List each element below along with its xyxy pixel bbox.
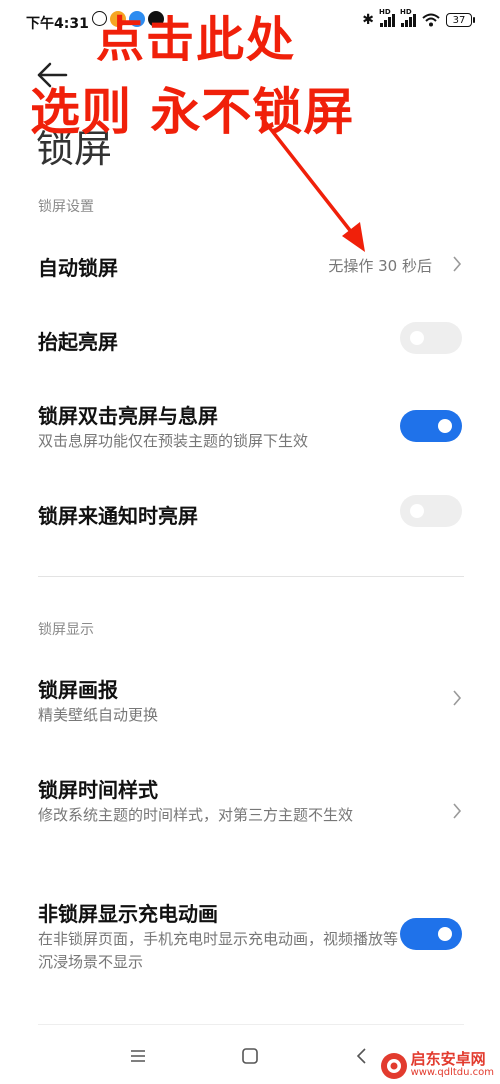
section-header-lock-display: 锁屏显示 xyxy=(38,622,94,638)
lock-time-style-subtitle: 修改系统主题的时间样式，对第三方主题不生效 xyxy=(38,806,354,824)
status-right: ✱ HD HD 37 xyxy=(362,8,475,28)
section-header-lock-settings: 锁屏设置 xyxy=(38,199,94,215)
bluetooth-icon: ✱ xyxy=(362,12,374,28)
signal-2-icon: HD xyxy=(400,8,416,27)
charging-animation-row: 非锁屏显示充电动画 在非锁屏页面，手机充电时显示充电动画，视频播放等沉浸场景不显… xyxy=(0,888,500,988)
lock-wallpaper-row[interactable]: 锁屏画报 精美壁纸自动更换 xyxy=(0,664,500,734)
auto-lock-row[interactable]: 自动锁屏 无操作 30 秒后 xyxy=(0,232,500,296)
toggle-knob xyxy=(410,331,424,345)
double-tap-toggle[interactable] xyxy=(400,410,462,442)
auto-lock-value: 无操作 30 秒后 xyxy=(328,257,432,275)
charging-animation-title: 非锁屏显示充电动画 xyxy=(38,902,218,926)
watermark: 启东安卓网 www.qdltdu.com xyxy=(380,1050,494,1080)
lock-time-style-row[interactable]: 锁屏时间样式 修改系统主题的时间样式，对第三方主题不生效 xyxy=(0,764,500,860)
watermark-logo-icon xyxy=(380,1053,407,1079)
menu-icon[interactable] xyxy=(126,1044,150,1068)
watermark-url: www.qdltdu.com xyxy=(410,1067,494,1078)
battery-icon: 37 xyxy=(446,13,475,27)
toggle-knob xyxy=(438,927,452,941)
lock-time-style-title: 锁屏时间样式 xyxy=(38,778,158,802)
chevron-right-icon xyxy=(453,803,462,819)
double-tap-row: 锁屏双击亮屏与息屏 双击息屏功能仅在预装主题的锁屏下生效 xyxy=(0,390,500,466)
lock-wallpaper-subtitle: 精美壁纸自动更换 xyxy=(38,706,159,724)
notification-wake-title: 锁屏来通知时亮屏 xyxy=(38,504,198,528)
chevron-right-icon xyxy=(453,690,462,706)
chevron-right-icon xyxy=(453,256,462,272)
charging-animation-toggle[interactable] xyxy=(400,918,462,950)
back-nav-icon[interactable] xyxy=(350,1044,374,1068)
raise-to-wake-row: 抬起亮屏 xyxy=(0,306,500,370)
wifi-icon xyxy=(422,13,440,27)
toggle-knob xyxy=(438,419,452,433)
toggle-knob xyxy=(410,504,424,518)
section-divider xyxy=(38,576,464,577)
home-icon[interactable] xyxy=(238,1044,262,1068)
annotation-line-2: 选则 永不锁屏 xyxy=(30,83,355,141)
signal-1-icon: HD xyxy=(379,8,395,27)
charging-animation-subtitle: 在非锁屏页面，手机充电时显示充电动画，视频播放等沉浸场景不显示 xyxy=(38,930,399,971)
double-tap-subtitle: 双击息屏功能仅在预装主题的锁屏下生效 xyxy=(38,432,309,450)
bottom-divider xyxy=(38,1024,464,1025)
notification-wake-toggle[interactable] xyxy=(400,495,462,527)
status-time: 下午4:31 xyxy=(26,16,89,32)
annotation-line-1: 点击此处 xyxy=(96,12,297,68)
notification-wake-row: 锁屏来通知时亮屏 xyxy=(0,480,500,544)
double-tap-title: 锁屏双击亮屏与息屏 xyxy=(38,404,218,428)
auto-lock-title: 自动锁屏 xyxy=(38,256,118,280)
lock-wallpaper-title: 锁屏画报 xyxy=(38,678,118,702)
watermark-name: 启东安卓网 xyxy=(410,1050,486,1068)
raise-to-wake-toggle[interactable] xyxy=(400,322,462,354)
raise-to-wake-title: 抬起亮屏 xyxy=(38,330,118,354)
